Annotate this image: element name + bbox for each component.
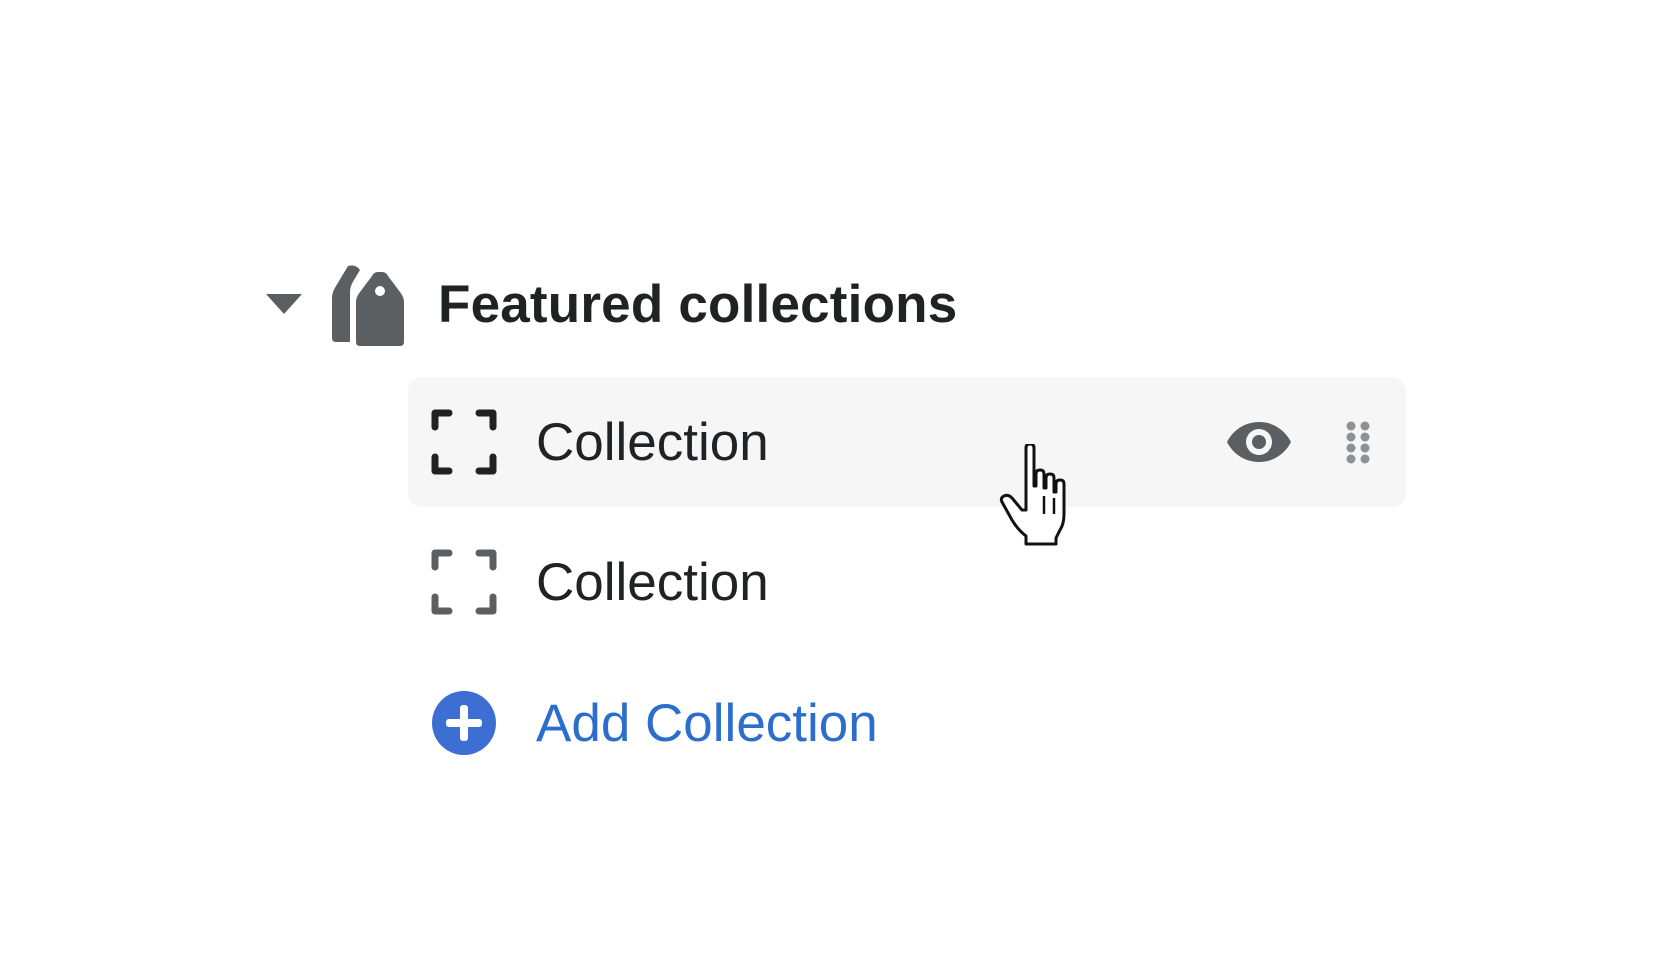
eye-icon[interactable] [1222,405,1296,479]
plus-circle-icon [430,689,498,757]
block-label: Collection [536,552,769,612]
block-label: Collection [536,412,769,472]
section-header[interactable]: Featured collections [262,258,957,350]
section-title: Featured collections [438,274,958,334]
block-row-collection-1[interactable]: Collection [408,377,1406,507]
drag-handle-icon[interactable] [1336,405,1380,479]
featured-collections-section: Featured collections Collection Collecti… [0,0,1680,976]
row-actions [1222,377,1380,507]
tags-icon [326,260,408,348]
add-collection-button[interactable]: Add Collection [408,658,1406,788]
block-row-collection-2[interactable]: Collection [408,517,1406,647]
block-placeholder-icon [430,408,498,476]
add-collection-label: Add Collection [536,693,878,753]
block-placeholder-icon [430,548,498,616]
caret-down-icon[interactable] [262,289,306,319]
